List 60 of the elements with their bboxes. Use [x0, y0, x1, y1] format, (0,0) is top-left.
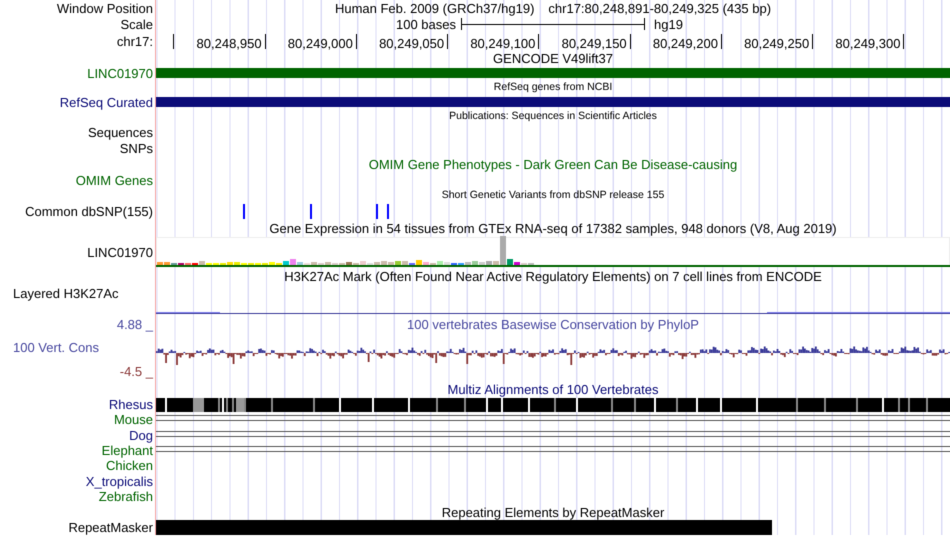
ruler-tick [173, 34, 174, 49]
assembly-label: hg19 [654, 16, 683, 32]
row-label: Scale [120, 18, 153, 30]
gene-bar[interactable] [156, 97, 950, 107]
ruler-tick [538, 34, 540, 49]
ruler-label: 80,249,250 [744, 37, 810, 50]
track-label[interactable]: Layered H3K27Ac [13, 287, 119, 300]
ruler-label: 80,249,300 [835, 37, 900, 50]
ruler-label: 80,249,150 [562, 37, 627, 50]
ruler-label: 80,249,050 [379, 37, 444, 50]
ruler-label: 80,248,950 [196, 37, 262, 50]
track-title: Gene Expression in 54 tissues from GTEx RNA-seq of 17382 samples, 948 donors (V8, Aug 2019) [269, 222, 837, 234]
track-label[interactable]: Chicken [106, 459, 153, 472]
track-label[interactable]: Dog [129, 428, 153, 442]
axis-min-label: -4.5 _ [120, 365, 153, 378]
track-title: 100 vertebrates Basewise Conservation by PhyloP [407, 318, 699, 330]
track-title: Short Genetic Variants from dbSNP release 155 [442, 190, 664, 201]
track-label[interactable]: RepeatMasker [68, 521, 153, 534]
ruler-tick [264, 34, 266, 49]
ruler-label: 80,249,200 [652, 37, 718, 50]
track-label[interactable]: Common dbSNP(155) [25, 205, 153, 218]
ruler-tick [903, 34, 904, 49]
track-label[interactable]: RefSeq Curated [60, 96, 153, 108]
ruler-tick [447, 34, 448, 49]
track-title: Repeating Elements by RepeatMasker [442, 506, 664, 519]
track-label[interactable]: Mouse [114, 413, 153, 426]
track-title: GENCODE V49lift37 [493, 52, 613, 64]
snp-mark[interactable] [387, 204, 389, 219]
snp-mark[interactable] [310, 204, 312, 219]
track-label[interactable]: Elephant [102, 444, 153, 458]
track-title: RefSeq genes from NCBI [494, 82, 612, 93]
ruler-tick [630, 34, 631, 49]
track-label[interactable]: Rhesus [108, 398, 153, 412]
axis-max-label: 4.88 _ [116, 318, 153, 330]
track-label[interactable]: SNPs [120, 142, 153, 154]
track-label[interactable]: Zebrafish [98, 490, 153, 503]
row-label: Window Position [56, 2, 153, 14]
gene-bar[interactable] [156, 68, 950, 78]
assembly-name: Human Feb. 2009 (GRCh37/hg19) [334, 2, 534, 14]
track-title: H3K27Ac Mark (Often Found Near Active Regulatory Elements) on 7 cell lines from ENCODE [284, 270, 822, 282]
track-label[interactable]: OMIM Genes [76, 174, 153, 186]
track-title: OMIM Gene Phenotypes - Dark Green Can Be Disease-causing [368, 158, 738, 170]
track-title: Multiz Alignments of 100 Vertebrates [447, 382, 658, 396]
position-text: chr17:80,248,891-80,249,325 (435 bp) [548, 2, 772, 14]
track-title: Publications: Sequences in Scientific Articles [449, 111, 657, 122]
track-label[interactable]: X_tropicalis [86, 474, 153, 488]
track-label[interactable]: LINC01970 [87, 66, 153, 80]
track-label[interactable]: Sequences [88, 126, 153, 138]
row-label: chr17: [116, 34, 153, 48]
ruler-tick [720, 34, 722, 49]
track-label[interactable]: LINC01970 [87, 246, 153, 258]
scale-text: 100 bases [396, 16, 456, 32]
snp-mark[interactable] [243, 204, 245, 219]
ruler-tick [356, 34, 357, 49]
ruler-tick [812, 34, 814, 49]
ruler-label: 80,249,100 [470, 37, 536, 50]
snp-mark[interactable] [376, 204, 378, 219]
repeat-bar[interactable] [156, 520, 772, 536]
ruler-label: 80,249,000 [288, 37, 353, 50]
track-label[interactable]: 100 Vert. Cons [13, 340, 99, 354]
